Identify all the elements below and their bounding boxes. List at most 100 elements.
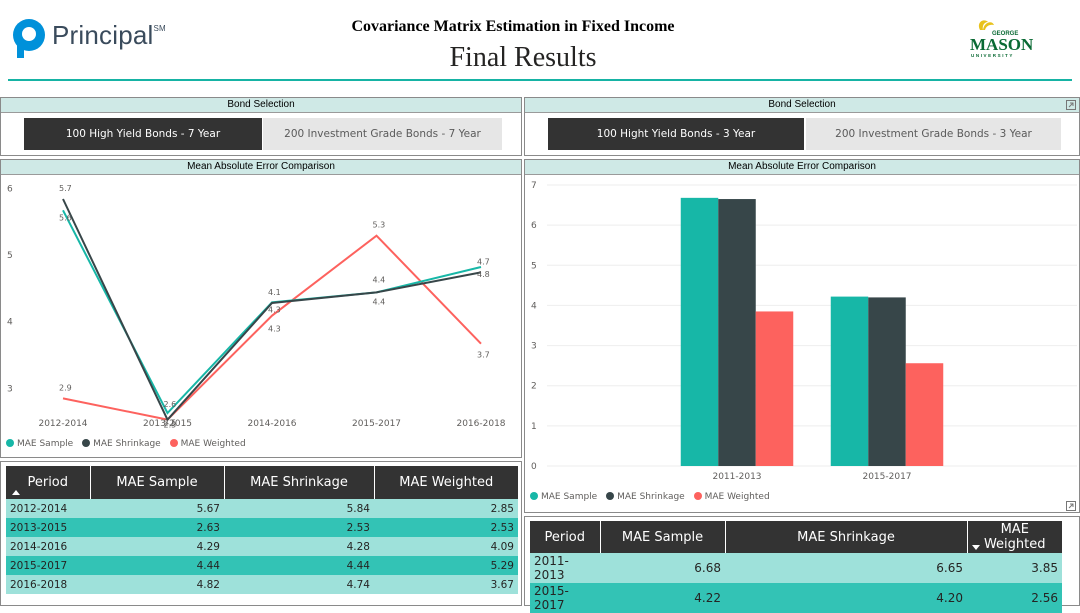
data-label: 2.9 [59,383,72,392]
col-header-mae-sample[interactable]: MAE Sample [599,521,725,553]
col-header-mae-weighted[interactable]: MAE Weighted [966,521,1062,553]
data-label: 4.4 [373,275,386,284]
cell-mae-shrinkage: 5.84 [224,499,374,518]
col-header-mae-shrinkage[interactable]: MAE Shrinkage [223,466,374,499]
sort-descending-icon [971,545,980,550]
legend-item-sample[interactable]: MAE Sample [530,492,597,502]
table-row[interactable]: 2012-2014 5.67 5.84 2.85 [6,499,518,518]
col-header-mae-weighted[interactable]: MAE Weighted [373,466,518,499]
legend-label-sample: MAE Sample [17,439,74,449]
cell-mae-shrinkage: 4.20 [725,583,967,613]
svg-text:UNIVERSITY: UNIVERSITY [971,53,1014,58]
right-mae-bar-chart: Mean Absolute Error Comparison 0 1 2 3 4 5 6 7 2… [524,159,1080,513]
col-header-mae-sample[interactable]: MAE Sample [89,466,224,499]
legend-item-sample[interactable]: MAE Sample [6,439,73,449]
right-chart-legend: MAE Sample MAE Shrinkage MAE Weighted [530,492,776,502]
cell-mae-shrinkage: 4.44 [224,556,374,575]
data-label: 5.3 [373,221,386,230]
cell-mae-weighted: 3.67 [374,575,518,594]
right-results-table-panel: Period MAE Sample MAE Shrinkage MAE Weig… [524,516,1080,613]
legend-item-weighted[interactable]: MAE Weighted [169,439,246,449]
y-tick-label: 6 [7,184,13,194]
svg-text:MASON: MASON [970,35,1034,54]
data-label: 5.7 [59,184,72,193]
y-tick-label: 5 [7,251,13,261]
left-slicer-title: Bond Selection [1,98,521,113]
cell-mae-weighted: 5.29 [374,556,518,575]
legend-item-weighted[interactable]: MAE Weighted [693,492,770,502]
left-results-table-panel: Period MAE Sample MAE Shrinkage MAE Weig… [0,461,522,606]
left-results-table: Period MAE Sample MAE Shrinkage MAE Weig… [6,466,518,594]
left-slicer-option-2[interactable]: 200 Investment Grade Bonds - 7 Year [263,118,502,150]
bar-mae-sample [830,296,869,466]
legend-item-shrinkage[interactable]: MAE Shrinkage [82,439,161,449]
cell-period: 2015-2017 [530,583,600,613]
y-tick-label: 2 [531,382,537,392]
x-tick-label: 2015-2017 [352,419,401,429]
left-slicer-option-1[interactable]: 100 High Yield Bonds - 7 Year [24,118,262,150]
table-row[interactable]: 2014-2016 4.29 4.28 4.09 [6,537,518,556]
dashboard-title: Covariance Matrix Estimation in Fixed In… [351,18,675,35]
table-row[interactable]: 2011-2013 6.68 6.65 3.85 [530,553,1062,583]
legend-label-shrinkage: MAE Shrinkage [93,439,161,449]
table-row[interactable]: 2015-2017 4.22 4.20 2.56 [530,583,1062,613]
right-slicer-option-1[interactable]: 100 Hight Yield Bonds - 3 Year [548,118,804,150]
legend-dot-shrinkage [606,492,615,500]
table-row[interactable]: 2016-2018 4.82 4.74 3.67 [6,575,518,594]
x-tick-label: 2015-2017 [862,472,911,482]
right-bond-slicer: Bond Selection 100 Hight Yield Bonds - 3… [524,97,1080,156]
table-row[interactable]: 2015-2017 4.44 4.44 5.29 [6,556,518,575]
principal-logo-text: PrincipalSM [52,20,166,50]
cell-mae-sample: 2.63 [90,518,224,537]
cell-mae-shrinkage: 6.65 [725,553,967,583]
bar-mae-shrinkage [868,297,906,466]
y-tick-label: 7 [531,181,537,191]
y-tick-label: 5 [531,261,537,271]
cell-period: 2013-2015 [6,518,90,537]
cell-period: 2015-2017 [6,556,90,575]
legend-dot-weighted [693,492,702,500]
principal-logo: PrincipalSM [12,16,172,60]
data-label: 4.7 [477,257,490,266]
left-mae-line-chart: Mean Absolute Error Comparison 3 4 5 6 2012-… [0,159,522,458]
cell-period: 2012-2014 [6,499,90,518]
focus-mode-icon[interactable] [1066,501,1076,511]
sort-ascending-icon [12,490,20,495]
y-tick-label: 3 [7,384,13,394]
bar-mae-sample [680,197,719,467]
cell-period: 2014-2016 [6,537,90,556]
y-tick-label: 3 [531,342,537,352]
dashboard-subtitle: Final Results [449,42,597,73]
right-chart-title: Mean Absolute Error Comparison [525,160,1079,175]
cell-mae-sample: 4.82 [90,575,224,594]
data-label: 4.3 [268,305,281,314]
right-slicer-option-2[interactable]: 200 Investment Grade Bonds - 3 Year [806,118,1061,150]
data-label: 2.5 [164,421,177,430]
right-slicer-title: Bond Selection [525,98,1079,113]
cell-period: 2011-2013 [530,553,600,583]
col-header-period[interactable]: Period [6,466,90,499]
bar-mae-weighted [755,311,794,466]
george-mason-logo: GEORGE MASON UNIVERSITY [970,20,1034,58]
legend-dot-sample [530,492,538,500]
cell-mae-shrinkage: 4.74 [224,575,374,594]
col-header-mae-shrinkage[interactable]: MAE Shrinkage [724,521,967,553]
legend-item-shrinkage[interactable]: MAE Shrinkage [606,492,685,502]
table-row[interactable]: 2013-2015 2.63 2.53 2.53 [6,518,518,537]
legend-label-sample: MAE Sample [541,492,598,502]
cell-mae-weighted: 3.85 [967,553,1062,583]
focus-mode-icon[interactable] [1066,100,1076,110]
y-tick-label: 6 [531,221,537,231]
cell-mae-weighted: 2.56 [967,583,1062,613]
legend-label-shrinkage: MAE Shrinkage [617,492,685,502]
y-tick-label: 4 [531,301,537,311]
header-divider [8,79,1072,81]
cell-mae-sample: 4.44 [90,556,224,575]
data-label: 4.1 [268,288,281,297]
col-header-period[interactable]: Period [530,521,600,553]
x-tick-label: 2016-2018 [456,419,505,429]
data-label: 4.3 [268,325,281,334]
line-chart-plot: 34562012-2014 2013-2015 2014-2016 2015-2017… [7,184,506,430]
left-chart-title: Mean Absolute Error Comparison [1,160,521,175]
data-label: 4.8 [477,270,490,279]
